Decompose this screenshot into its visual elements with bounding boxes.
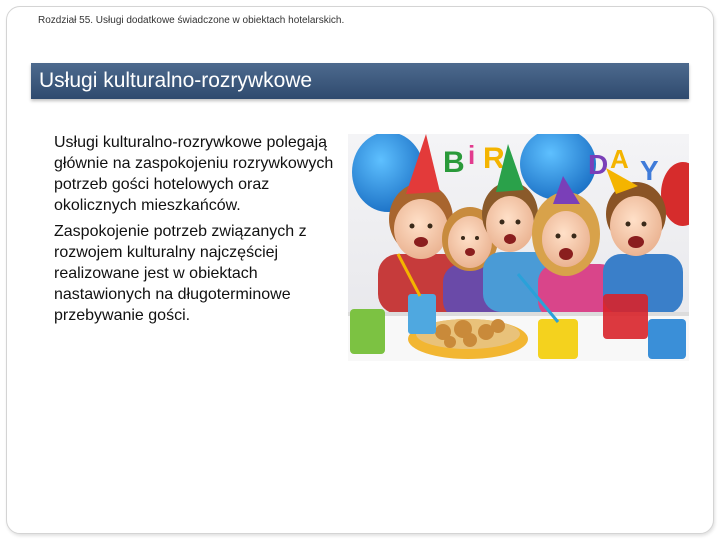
party-illustration: B i R D A Y [348, 134, 689, 361]
slide-title: Usługi kulturalno-rozrywkowe [39, 69, 313, 92]
birthday-party-photo: B i R D A Y [348, 134, 689, 361]
title-bar: Usługi kulturalno-rozrywkowe [31, 63, 689, 99]
banner-letter: A [610, 144, 629, 174]
banner-letter: i [468, 140, 475, 170]
paragraph-1: Usługi kulturalno-rozrywkowe polegają gł… [54, 134, 334, 214]
banner-letter: D [588, 149, 608, 180]
chapter-header: Rozdział 55. Usługi dodatkowe świadczone… [38, 15, 345, 26]
banner-letter: B [443, 146, 465, 179]
paragraph-2: Zaspokojenie potrzeb związanych z rozwoj… [54, 223, 307, 324]
body-text: Usługi kulturalno-rozrywkowe polegają gł… [54, 132, 339, 331]
banner-letter: Y [640, 155, 659, 186]
